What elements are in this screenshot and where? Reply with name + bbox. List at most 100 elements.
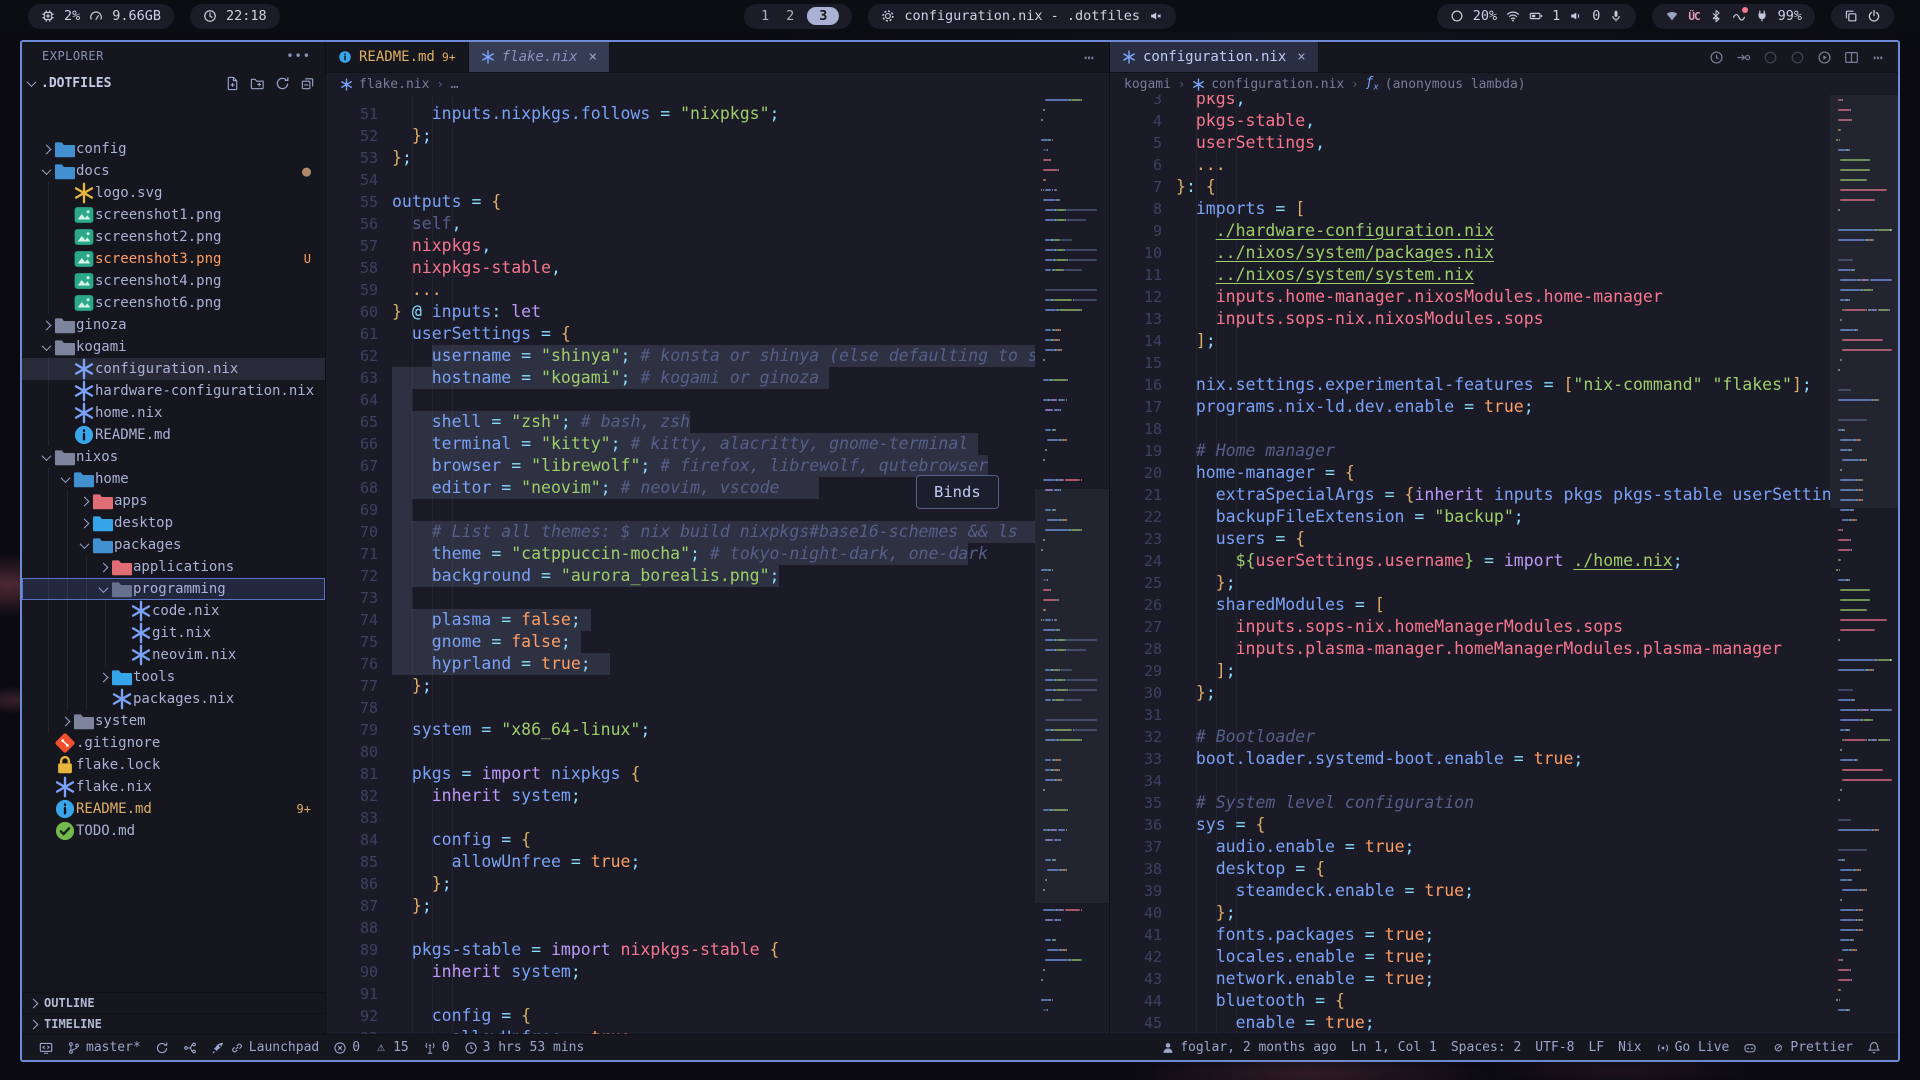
line-number[interactable]: 40 [1110, 902, 1162, 924]
tab-flake-nix[interactable]: flake.nix× [469, 42, 610, 72]
clock-pill[interactable]: 22:18 [190, 4, 280, 29]
breadcrumb-item[interactable]: flake.nix [359, 77, 429, 92]
line-number[interactable]: 18 [1110, 418, 1162, 440]
line-number[interactable]: 13 [1110, 308, 1162, 330]
line-number[interactable]: 76 [326, 653, 378, 675]
line-number[interactable]: 80 [326, 741, 378, 763]
line-number[interactable]: 7 [1110, 176, 1162, 198]
editor-group-left[interactable]: README.md9+flake.nix×⋯flake.nix›…51 inpu… [326, 42, 1110, 1060]
status-ports[interactable]: 0 [416, 1040, 457, 1055]
line-number[interactable]: 54 [326, 169, 378, 191]
line-number[interactable]: 14 [1110, 330, 1162, 352]
line-number[interactable]: 21 [1110, 484, 1162, 506]
tree-item-kogami[interactable]: kogami [22, 336, 325, 358]
code-editor[interactable]: 3 pkgs,4 pkgs-stable,5 userSettings,6 ..… [1110, 95, 1898, 1034]
line-number[interactable]: 39 [1110, 880, 1162, 902]
line-number[interactable]: 36 [1110, 814, 1162, 836]
tree-item-packages[interactable]: packages [22, 534, 325, 556]
line-number[interactable]: 24 [1110, 550, 1162, 572]
line-number[interactable]: 15 [1110, 352, 1162, 374]
tree-item-logo-svg[interactable]: logo.svg [22, 182, 325, 204]
line-number[interactable]: 42 [1110, 946, 1162, 968]
status-sync[interactable] [148, 1041, 176, 1055]
editor-action-ellipsis-icon[interactable]: ⋯ [1871, 50, 1886, 65]
line-number[interactable]: 27 [1110, 616, 1162, 638]
line-number[interactable]: 61 [326, 323, 378, 345]
workspace-2[interactable]: 2 [782, 8, 798, 24]
line-number[interactable]: 77 [326, 675, 378, 697]
new-folder-icon[interactable] [250, 76, 265, 91]
line-number[interactable]: 74 [326, 609, 378, 631]
line-number[interactable]: 29 [1110, 660, 1162, 682]
status-wakatime[interactable]: 3 hrs 53 mins [457, 1040, 592, 1055]
line-number[interactable]: 16 [1110, 374, 1162, 396]
new-file-icon[interactable] [225, 76, 240, 91]
line-number[interactable]: 45 [1110, 1012, 1162, 1034]
power-icon[interactable] [1867, 9, 1881, 23]
status-notifications[interactable] [1860, 1041, 1888, 1055]
line-number[interactable]: 37 [1110, 836, 1162, 858]
status-prettier[interactable]: ⊘Prettier [1764, 1040, 1860, 1055]
editor-action-split-icon[interactable] [1844, 50, 1859, 65]
tree-item-screenshot6-png[interactable]: screenshot6.png [22, 292, 325, 314]
line-number[interactable]: 44 [1110, 990, 1162, 1012]
line-number[interactable]: 41 [1110, 924, 1162, 946]
refresh-icon[interactable] [275, 76, 290, 91]
connectivity-pill[interactable]: ÜC 99% [1652, 4, 1815, 29]
line-number[interactable]: 8 [1110, 198, 1162, 220]
line-number[interactable]: 3 [1110, 95, 1162, 110]
system-stats-pill[interactable]: 2% 9.66GB [28, 4, 174, 29]
line-number[interactable]: 32 [1110, 726, 1162, 748]
status-indentation[interactable]: Spaces: 2 [1444, 1040, 1528, 1055]
line-number[interactable]: 63 [326, 367, 378, 389]
line-number[interactable]: 34 [1110, 770, 1162, 792]
tree-item-screenshot4-png[interactable]: screenshot4.png [22, 270, 325, 292]
line-number[interactable]: 20 [1110, 462, 1162, 484]
line-number[interactable]: 31 [1110, 704, 1162, 726]
line-number[interactable]: 62 [326, 345, 378, 367]
close-tab-icon[interactable]: × [1297, 49, 1305, 65]
tree-item-screenshot3-png[interactable]: screenshot3.pngU [22, 248, 325, 270]
line-number[interactable]: 4 [1110, 110, 1162, 132]
line-number[interactable]: 70 [326, 521, 378, 543]
minimap[interactable] [1830, 95, 1898, 1034]
line-number[interactable]: 82 [326, 785, 378, 807]
line-number[interactable]: 75 [326, 631, 378, 653]
line-number[interactable]: 86 [326, 873, 378, 895]
line-number[interactable]: 35 [1110, 792, 1162, 814]
tree-item-config[interactable]: config [22, 138, 325, 160]
breadcrumb[interactable]: flake.nix›… [326, 73, 1109, 95]
code-editor[interactable]: 51 inputs.nixpkgs.follows = "nixpkgs";52… [326, 95, 1109, 1034]
minimap-slider[interactable] [1830, 95, 1898, 508]
editor-action-history-icon[interactable] [1709, 50, 1724, 65]
line-number[interactable]: 78 [326, 697, 378, 719]
tree-item-neovim-nix[interactable]: neovim.nix [22, 644, 325, 666]
tree-item-screenshot1-png[interactable]: screenshot1.png [22, 204, 325, 226]
tree-item-flake-lock[interactable]: flake.lock [22, 754, 325, 776]
tab-readme-md[interactable]: README.md9+ [326, 42, 469, 72]
line-number[interactable]: 66 [326, 433, 378, 455]
status-cursor-position[interactable]: Ln 1, Col 1 [1344, 1040, 1444, 1055]
line-number[interactable]: 25 [1110, 572, 1162, 594]
line-number[interactable]: 65 [326, 411, 378, 433]
tree-item-code-nix[interactable]: code.nix [22, 600, 325, 622]
line-number[interactable]: 68 [326, 477, 378, 499]
line-number[interactable]: 72 [326, 565, 378, 587]
line-number[interactable]: 33 [1110, 748, 1162, 770]
status-copilot[interactable] [1736, 1041, 1764, 1055]
line-number[interactable]: 81 [326, 763, 378, 785]
tree-item-readme-md[interactable]: README.md9+ [22, 798, 325, 820]
line-number[interactable]: 59 [326, 279, 378, 301]
line-number[interactable]: 64 [326, 389, 378, 411]
line-number[interactable]: 53 [326, 147, 378, 169]
timeline-section[interactable]: TIMELINE [22, 1013, 325, 1034]
breadcrumb-item[interactable]: configuration.nix [1211, 77, 1344, 92]
line-number[interactable]: 57 [326, 235, 378, 257]
line-number[interactable]: 89 [326, 939, 378, 961]
line-number[interactable]: 22 [1110, 506, 1162, 528]
line-number[interactable]: 30 [1110, 682, 1162, 704]
tree-item-nixos[interactable]: nixos [22, 446, 325, 468]
line-number[interactable]: 73 [326, 587, 378, 609]
line-number[interactable]: 92 [326, 1005, 378, 1027]
status-pipeline[interactable] [176, 1041, 204, 1055]
